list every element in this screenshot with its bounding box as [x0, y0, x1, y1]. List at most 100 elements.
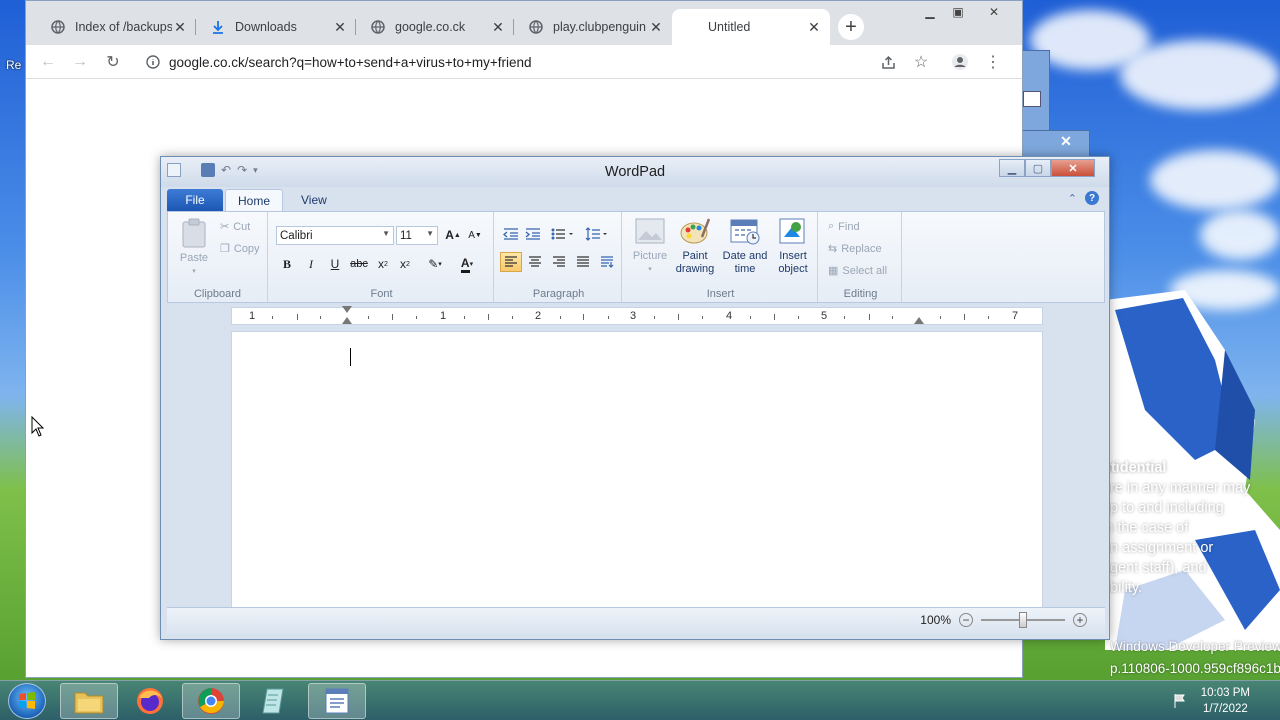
close-icon[interactable]: ✕ — [490, 19, 506, 35]
maximize-icon[interactable]: ▢ — [1025, 159, 1051, 177]
start-button[interactable] — [8, 683, 46, 719]
tab-home[interactable]: Home — [225, 189, 284, 211]
ruler[interactable]: 1 1 2 3 4 5 7 — [231, 306, 1043, 325]
bookmark-star-icon[interactable]: ☆ — [909, 50, 933, 74]
tab-google[interactable]: google.co.ck ✕ — [356, 9, 514, 45]
zoom-slider[interactable] — [981, 612, 1065, 628]
taskbar-chrome[interactable] — [182, 683, 240, 719]
left-indent-marker[interactable] — [342, 317, 352, 324]
notepad-icon — [262, 688, 284, 714]
subscript-icon[interactable]: x2 — [372, 254, 394, 274]
taskbar-file-explorer[interactable] — [60, 683, 118, 719]
tab-downloads[interactable]: Downloads ✕ — [196, 9, 356, 45]
zoom-in-icon[interactable]: + — [1073, 613, 1087, 627]
find-button[interactable]: ⌕ Find — [828, 220, 860, 233]
align-right-icon[interactable] — [548, 252, 570, 272]
close-icon[interactable]: ✕ — [806, 19, 822, 35]
first-line-indent-marker[interactable] — [342, 306, 352, 313]
paste-button[interactable]: Paste ▾ — [174, 218, 214, 278]
bullets-icon[interactable] — [548, 224, 578, 244]
shrink-font-icon[interactable]: A ▼ — [464, 225, 486, 245]
wordpad-title-bar[interactable]: ↶ ↷ ▾ WordPad ▁ ▢ ✕ — [161, 157, 1109, 187]
align-center-icon[interactable] — [524, 252, 546, 272]
tab-untitled[interactable]: Untitled ✕ — [672, 9, 830, 45]
font-family-select[interactable]: Calibri ▼ — [276, 226, 394, 245]
font-size-select[interactable]: 11 ▼ — [396, 226, 438, 245]
justify-icon[interactable] — [572, 252, 594, 272]
close-icon[interactable]: ✕ — [648, 19, 664, 35]
insert-object-button[interactable]: Insert object — [772, 216, 814, 276]
menu-kebab-icon[interactable]: ⋮ — [981, 50, 1005, 74]
date-and-time-button[interactable]: Date and time — [720, 216, 770, 276]
tab-clubpenguin[interactable]: play.clubpenguin ✕ — [514, 9, 672, 45]
globe-icon — [528, 19, 544, 35]
close-icon[interactable]: ✕ — [1055, 133, 1077, 151]
tab-label: play.clubpenguin — [553, 20, 646, 34]
wordpad-window-controls: ▁ ▢ ✕ — [999, 159, 1095, 177]
ruler-number: 1 — [440, 310, 447, 322]
browser-toolbar: ← → ↻ google.co.ck/search?q=how+to+send+… — [26, 45, 1022, 79]
back-icon[interactable]: ← — [36, 50, 60, 74]
new-tab-button[interactable]: + — [838, 14, 864, 40]
copy-button[interactable]: ❐ Copy — [220, 242, 260, 256]
minimize-icon[interactable]: ▁ — [916, 3, 944, 21]
minimize-ribbon-icon[interactable]: ⌃ — [1068, 192, 1077, 205]
watermark-line: Windows Developer Preview — [1110, 639, 1280, 654]
replace-button[interactable]: ⇆ Replace — [828, 242, 882, 256]
home-ribbon: Paste ▾ ✂ Cut ❐ Copy Clipboard Calibri ▼… — [167, 211, 1105, 303]
insert-object-label-line1: Insert — [779, 250, 807, 262]
highlight-color-icon[interactable]: ✎ ▾ — [420, 254, 450, 274]
profile-avatar-icon[interactable] — [948, 50, 972, 74]
info-icon[interactable] — [145, 54, 161, 70]
reload-icon[interactable]: ↻ — [101, 50, 125, 74]
minimize-icon[interactable]: ▁ — [999, 159, 1025, 177]
replace-icon: ⇆ — [828, 243, 838, 255]
paint-drawing-button[interactable]: Paint drawing — [672, 216, 718, 276]
picture-button[interactable]: Picture ▾ — [630, 216, 670, 276]
taskbar-firefox[interactable] — [122, 683, 178, 719]
share-icon[interactable] — [876, 50, 900, 74]
close-icon[interactable]: ✕ — [1051, 159, 1095, 177]
zoom-out-icon[interactable]: − — [959, 613, 973, 627]
bold-icon[interactable]: B — [276, 254, 298, 274]
superscript-icon[interactable]: x2 — [394, 254, 416, 274]
align-left-icon[interactable] — [500, 252, 522, 272]
editing-group: ⌕ Find ⇆ Replace ▦ Select all Editing — [820, 212, 902, 302]
action-center-flag-icon[interactable] — [1172, 693, 1188, 709]
increase-indent-icon[interactable] — [522, 224, 544, 244]
tab-file[interactable]: File — [167, 189, 223, 211]
search-icon[interactable] — [1023, 91, 1041, 107]
globe-icon — [370, 19, 386, 35]
right-indent-marker[interactable] — [914, 317, 924, 324]
underline-icon[interactable]: U — [324, 254, 346, 274]
select-all-button[interactable]: ▦ Select all — [828, 264, 887, 278]
help-icon[interactable]: ? — [1085, 191, 1099, 205]
close-icon[interactable]: ✕ — [972, 3, 1016, 21]
zoom-slider-thumb[interactable] — [1019, 612, 1027, 628]
wordpad-window: ↶ ↷ ▾ WordPad ▁ ▢ ✕ File Home View ⌃ ? P… — [160, 156, 1110, 640]
italic-icon[interactable]: I — [300, 254, 322, 274]
decrease-indent-icon[interactable] — [500, 224, 522, 244]
font-family-value: Calibri — [280, 229, 313, 242]
text-color-icon[interactable]: A ▾ — [452, 254, 482, 274]
grow-font-icon[interactable]: A ▲ — [442, 225, 464, 245]
close-icon[interactable]: ✕ — [332, 19, 348, 35]
line-spacing-icon[interactable] — [582, 224, 612, 244]
taskbar-clock[interactable]: 10:03 PM 1/7/2022 — [1201, 685, 1250, 717]
tab-view[interactable]: View — [289, 189, 339, 211]
paragraph-settings-icon[interactable] — [596, 252, 618, 272]
cut-button[interactable]: ✂ Cut — [220, 220, 250, 234]
tab-strip: Index of /backups ✕ Downloads ✕ google.c… — [26, 1, 1022, 45]
tab-index-of-backups[interactable]: Index of /backups ✕ — [36, 9, 196, 45]
maximize-icon[interactable]: ▣ — [944, 3, 972, 21]
taskbar-notes-app[interactable] — [246, 683, 304, 719]
forward-icon[interactable]: → — [68, 50, 92, 74]
close-icon[interactable]: ✕ — [172, 19, 188, 35]
document-page[interactable] — [231, 331, 1043, 607]
chevron-down-icon: ▾ — [192, 268, 196, 275]
strikethrough-icon[interactable]: abc — [348, 254, 370, 274]
tab-label: Downloads — [235, 20, 297, 34]
taskbar-wordpad[interactable] — [308, 683, 366, 719]
desktop-confidential-text: ntidential are in any manner may up to a… — [1102, 458, 1280, 598]
address-bar[interactable]: google.co.ck/search?q=how+to+send+a+viru… — [137, 49, 975, 75]
